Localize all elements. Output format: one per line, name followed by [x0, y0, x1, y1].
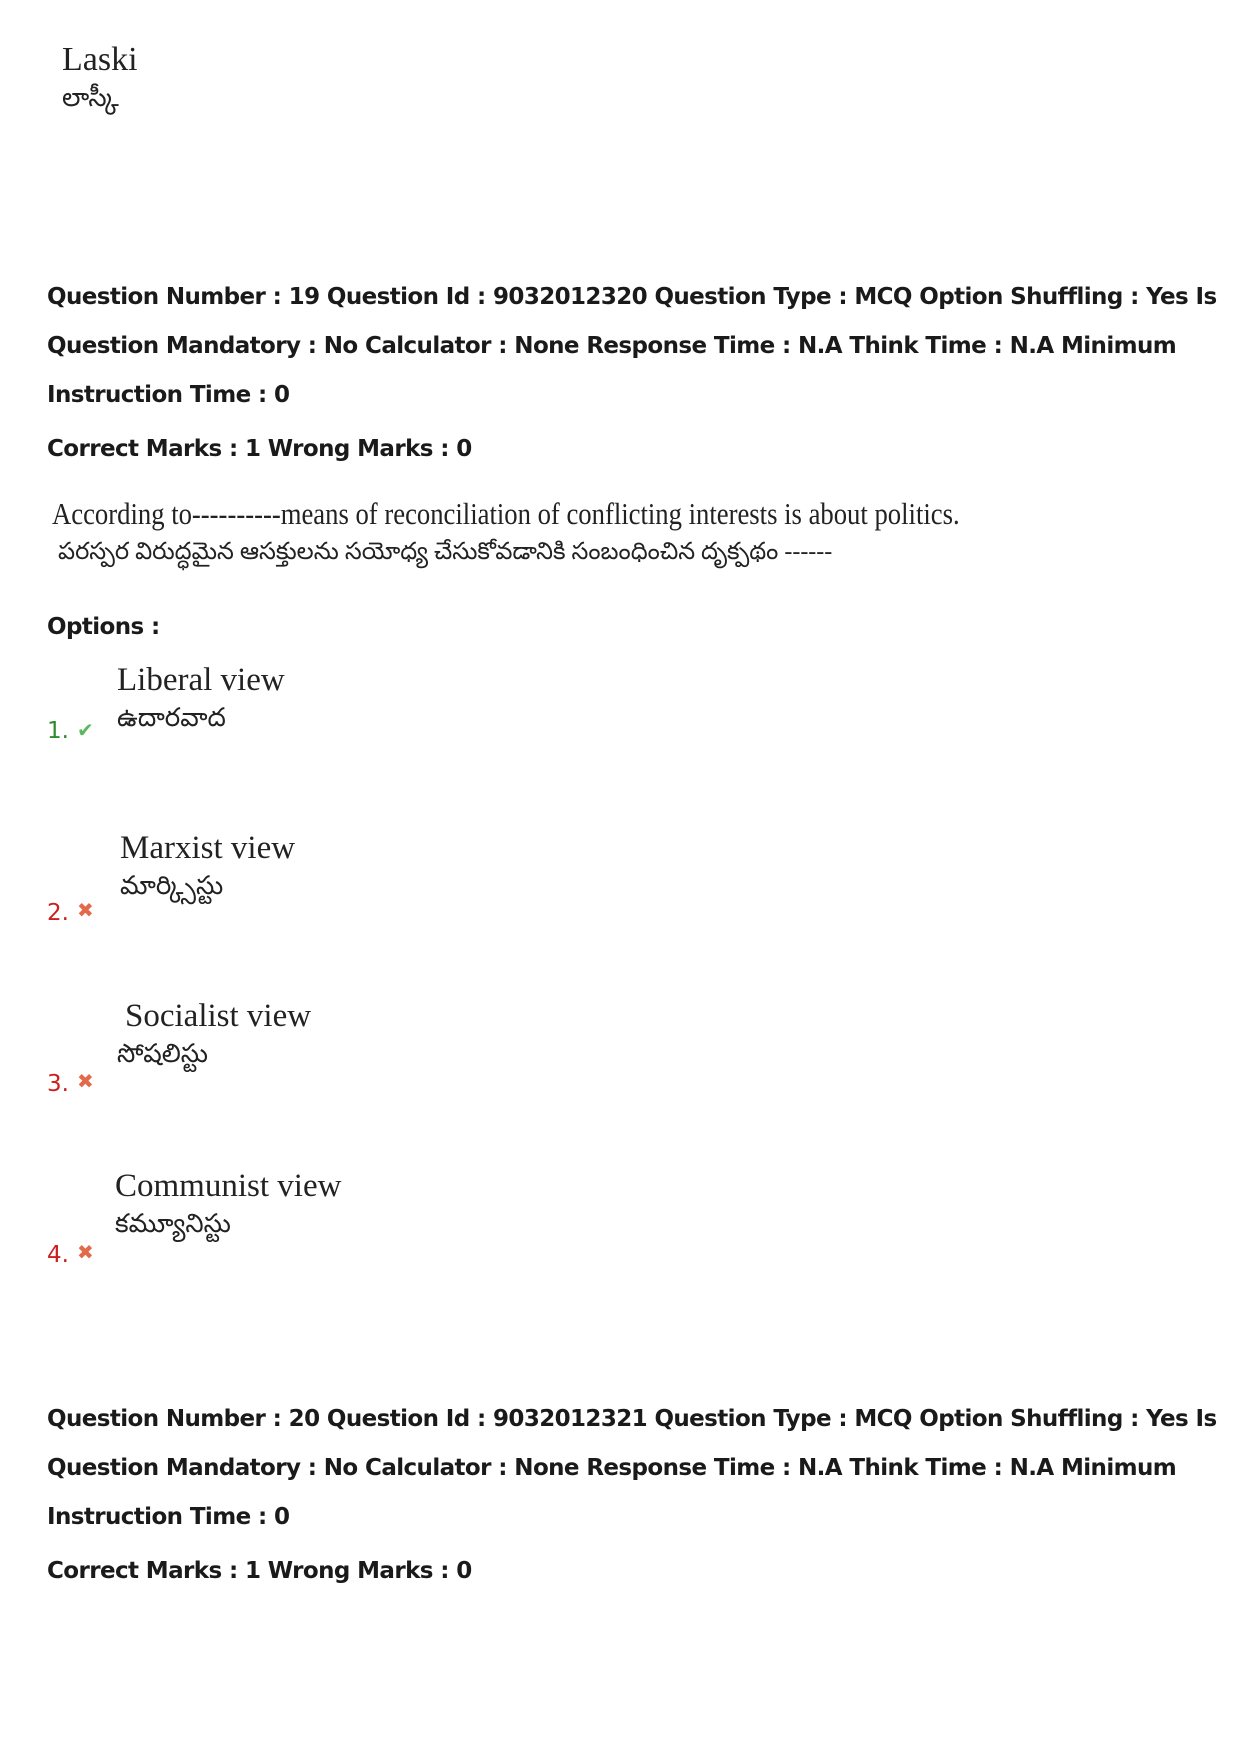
option-content: Liberal view ఉదారవాద: [117, 660, 285, 736]
q19-option-1: 1. ✔ Liberal view ఉదారవాద: [47, 660, 447, 760]
cross-icon: ✖: [77, 1071, 94, 1093]
q19-option-3: 3. ✖ Socialist view సోషలిస్టు: [47, 996, 447, 1097]
option-number: 1.: [47, 718, 69, 744]
check-icon: ✔: [77, 720, 94, 742]
option-number: 4.: [47, 1242, 69, 1268]
option-text-en: Liberal view: [117, 662, 285, 698]
previous-option-text-te: లాస్కీ: [62, 83, 119, 112]
option-text-en: Socialist view: [125, 998, 312, 1034]
previous-option-text-en: Laski: [62, 41, 138, 78]
q20-meta-line-2: Question Mandatory : No Calculator : Non…: [47, 1455, 1177, 1481]
cross-icon: ✖: [77, 900, 94, 922]
q19-question-text: According to----------means of reconcili…: [52, 494, 1107, 570]
option-content: Marxist view మార్క్సిస్టు: [117, 828, 295, 904]
option-number: 2.: [47, 900, 69, 926]
q19-options-label: Options :: [47, 614, 160, 640]
option-text-te: ఉదారవాద: [117, 703, 226, 732]
option-text-en: Marxist view: [120, 830, 296, 866]
q19-question-en: According to----------means of reconcili…: [52, 496, 960, 531]
option-text-te: మార్క్సిస్టు: [120, 871, 224, 900]
q20-meta-line-3: Instruction Time : 0: [47, 1504, 290, 1530]
option-content: Socialist view సోషలిస్టు: [117, 996, 311, 1072]
q19-meta-line-1: Question Number : 19 Question Id : 90320…: [47, 284, 1217, 310]
q19-option-4: 4. ✖ Communist view కమ్యూనిస్టు: [47, 1166, 467, 1268]
cross-icon: ✖: [77, 1242, 94, 1264]
option-text-en: Communist view: [115, 1168, 342, 1204]
q19-marks: Correct Marks : 1 Wrong Marks : 0: [47, 436, 472, 462]
option-content: Communist view కమ్యూనిస్టు: [115, 1166, 342, 1242]
q20-meta-line-1: Question Number : 20 Question Id : 90320…: [47, 1406, 1217, 1432]
option-number: 3.: [47, 1071, 69, 1097]
previous-option-tail: Laski లాస్కీ: [62, 40, 138, 116]
q19-option-2: 2. ✖ Marxist view మార్క్సిస్టు: [47, 828, 447, 928]
q19-question-te: పరస్పర విరుద్ధమైన ఆసక్తులను సయోధ్య చేసుక…: [58, 539, 833, 565]
q20-marks: Correct Marks : 1 Wrong Marks : 0: [47, 1558, 472, 1584]
q19-meta-line-2: Question Mandatory : No Calculator : Non…: [47, 333, 1177, 359]
q19-meta-line-3: Instruction Time : 0: [47, 382, 290, 408]
option-text-te: సోషలిస్టు: [117, 1039, 209, 1068]
option-text-te: కమ్యూనిస్టు: [115, 1209, 231, 1238]
